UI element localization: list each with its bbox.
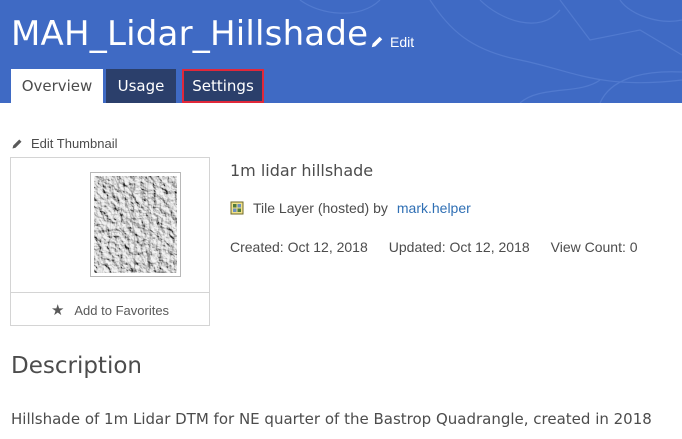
tab-usage[interactable]: Usage <box>106 69 176 103</box>
item-snippet: 1m lidar hillshade <box>230 161 374 180</box>
tab-settings[interactable]: Settings <box>182 69 264 103</box>
add-to-favorites-button[interactable]: ★ Add to Favorites <box>11 292 209 327</box>
description-heading: Description <box>11 353 142 379</box>
hillshade-thumbnail-image <box>94 176 177 273</box>
star-icon: ★ <box>50 302 65 319</box>
pencil-icon <box>12 139 22 148</box>
item-tabs: Overview Usage Settings <box>11 69 264 103</box>
view-count: View Count: 0 <box>550 239 638 255</box>
item-type-text: Tile Layer (hosted) by <box>253 200 388 216</box>
item-type-line: Tile Layer (hosted) by mark.helper <box>230 200 471 216</box>
item-header-banner: MAH_Lidar_Hillshade Edit Overview Usage … <box>0 0 682 103</box>
edit-thumbnail-button[interactable]: Edit Thumbnail <box>11 136 117 151</box>
item-thumbnail <box>90 172 181 277</box>
item-metadata: Created: Oct 12, 2018 Updated: Oct 12, 2… <box>230 239 638 255</box>
created-date: Created: Oct 12, 2018 <box>230 239 368 255</box>
owner-link[interactable]: mark.helper <box>397 200 471 216</box>
thumbnail-card: ★ Add to Favorites <box>10 157 210 326</box>
description-text: Hillshade of 1m Lidar DTM for NE quarter… <box>11 410 652 428</box>
edit-thumbnail-label: Edit Thumbnail <box>31 136 118 151</box>
add-to-favorites-label: Add to Favorites <box>74 302 170 318</box>
edit-title-button[interactable]: Edit <box>370 34 414 50</box>
updated-date: Updated: Oct 12, 2018 <box>388 239 530 255</box>
page-title: MAH_Lidar_Hillshade <box>11 14 369 54</box>
edit-title-label: Edit <box>390 34 415 50</box>
tile-layer-icon <box>230 201 244 215</box>
pencil-icon <box>371 36 383 48</box>
tab-overview[interactable]: Overview <box>11 69 103 103</box>
